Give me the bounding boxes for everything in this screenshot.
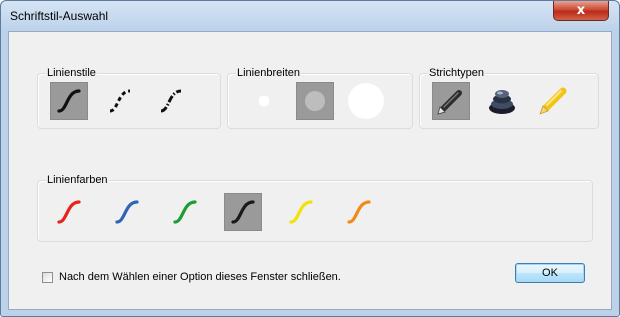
orange-curve-option[interactable] xyxy=(340,193,378,231)
red-curve-option[interactable] xyxy=(50,193,88,231)
close-after-select-checkbox[interactable] xyxy=(42,272,53,283)
small-dot-icon xyxy=(258,95,270,107)
orange-curve-icon xyxy=(347,200,371,224)
blue-curve-option[interactable] xyxy=(108,193,146,231)
dotted-curve-icon xyxy=(160,89,182,113)
ok-button[interactable]: OK xyxy=(515,263,585,283)
stroke-type-pen-option[interactable] xyxy=(432,82,470,120)
highlighter-icon xyxy=(539,87,567,115)
close-button[interactable]: x xyxy=(553,1,609,21)
line-style-dotted-option[interactable] xyxy=(152,82,190,120)
window-title: Schriftstil-Auswahl xyxy=(10,9,109,23)
dashed-curve-icon xyxy=(109,89,131,113)
eraser-icon xyxy=(489,90,515,114)
yellow-curve-option[interactable] xyxy=(282,193,320,231)
black-curve-option[interactable] xyxy=(224,193,262,231)
green-curve-option[interactable] xyxy=(166,193,204,231)
line-width-medium-option[interactable] xyxy=(296,82,334,120)
blue-curve-icon xyxy=(115,200,139,224)
line-colors-label: Linienfarben xyxy=(46,174,109,187)
large-dot-icon xyxy=(348,83,384,119)
solid-curve-icon xyxy=(57,89,81,113)
line-widths-group: Linienbreiten xyxy=(227,67,413,129)
line-width-large-option[interactable] xyxy=(347,82,385,120)
line-style-dashed-option[interactable] xyxy=(101,82,139,120)
yellow-curve-icon xyxy=(289,200,313,224)
line-style-solid-option[interactable] xyxy=(50,82,88,120)
close-after-select-label[interactable]: Nach dem Wählen einer Option dieses Fens… xyxy=(59,271,341,283)
line-colors-group: Linienfarben xyxy=(37,174,593,242)
medium-dot-icon xyxy=(305,91,325,111)
line-widths-label: Linienbreiten xyxy=(236,67,301,80)
stroke-type-eraser-option[interactable] xyxy=(483,82,521,120)
stroke-type-highlighter-option[interactable] xyxy=(534,82,572,120)
stroke-types-group: Strichtypen xyxy=(419,67,599,129)
line-width-small-option[interactable] xyxy=(245,82,283,120)
dialog-window: Schriftstil-Auswahl x Linienstile Linien… xyxy=(0,0,620,317)
pen-icon xyxy=(437,90,462,115)
dialog-client-area: Linienstile Linienbreiten Strichtypen Li… xyxy=(8,31,612,310)
black-curve-icon xyxy=(231,200,255,224)
stroke-types-label: Strichtypen xyxy=(428,67,486,80)
red-curve-icon xyxy=(57,200,81,224)
title-bar[interactable]: Schriftstil-Auswahl x xyxy=(1,1,619,31)
green-curve-icon xyxy=(173,200,197,224)
line-styles-group: Linienstile xyxy=(37,67,221,129)
line-styles-label: Linienstile xyxy=(46,67,97,80)
